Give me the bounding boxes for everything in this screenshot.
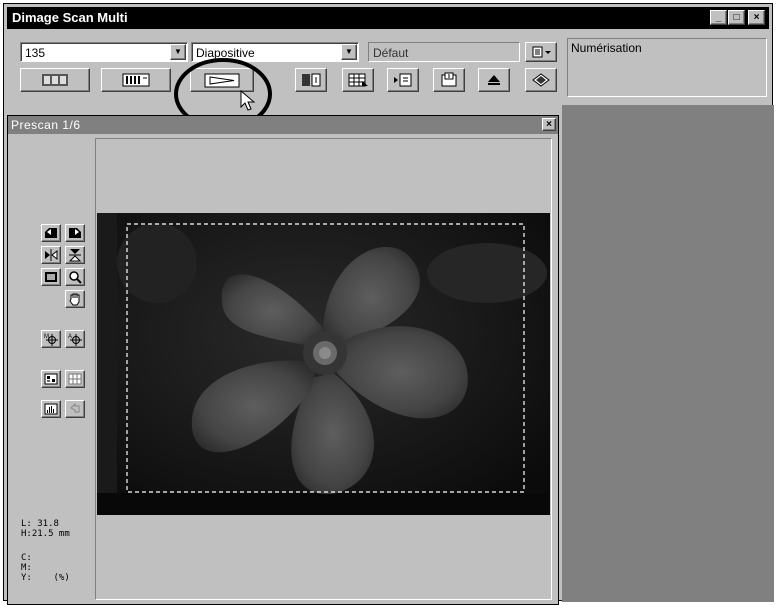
hand-button[interactable] [65,290,85,308]
prescan-button[interactable] [101,68,171,92]
mouse-cursor-icon [240,90,256,111]
compare-button[interactable] [295,68,327,92]
flip-horizontal-button[interactable] [41,246,61,264]
title-bar[interactable]: Dimage Scan Multi _ □ × [7,7,769,29]
flip-vertical-button[interactable] [65,246,85,264]
frame-icon [45,272,57,282]
flower-image [97,213,550,515]
film-format-value: 135 [25,46,46,60]
zoom-button[interactable] [65,268,85,286]
help-book-icon [532,73,550,87]
image-correction-button[interactable] [41,370,61,388]
next-frame-icon [394,73,412,87]
window-title: Dimage Scan Multi [12,10,128,25]
frame-button[interactable] [41,268,61,286]
compare-icon [302,73,321,87]
status-label: Numérisation [571,41,642,55]
prescan-window: Prescan 1/6 × M A L: 31.8 H:21.5 mm C: M… [7,115,559,605]
index-scan-button[interactable] [20,68,90,92]
setting-value: Défaut [373,46,409,60]
setting-field[interactable]: Défaut [368,42,520,62]
cyan-readout: C: [21,553,32,563]
prescan-icon [122,73,150,87]
save-settings-button[interactable] [433,68,465,92]
prescan-title: Prescan 1/6 [11,118,81,132]
grid-icon [348,73,368,87]
maximize-button[interactable]: □ [728,10,745,25]
chevron-down-icon[interactable]: ▼ [341,44,357,60]
prescan-close-button[interactable]: × [542,118,556,131]
undo-icon [70,402,80,413]
manual-focus-icon: M [44,334,58,346]
undo-button[interactable] [65,400,85,418]
workspace-area [562,105,774,602]
magnifier-icon [69,271,82,284]
help-button[interactable] [525,68,557,92]
thumbnail-button[interactable] [342,68,374,92]
preview-image[interactable] [97,213,550,515]
close-button[interactable]: × [748,10,765,25]
manual-focus-button[interactable]: M [41,330,61,348]
minimize-button[interactable]: _ [710,10,727,25]
rotate-left-button[interactable] [41,224,61,242]
length-readout: L: 31.8 [21,519,59,529]
variation-grid-icon [68,373,82,385]
rotate-left-icon [45,228,57,238]
yellow-readout: Y: (%) [21,573,70,583]
main-window: Dimage Scan Multi _ □ × 135 ▼ Diapositiv… [3,3,774,605]
svg-text:A: A [68,334,72,340]
setting-menu-button[interactable] [525,42,557,62]
film-format-select[interactable]: 135 ▼ [20,42,188,62]
flip-vertical-icon [68,249,82,262]
settings-file-icon [441,72,457,87]
correction-icon [44,373,58,385]
eject-button[interactable] [478,68,510,92]
next-frame-button[interactable] [387,68,419,92]
list-menu-icon [532,46,551,58]
histogram-icon [44,403,58,415]
rotate-right-button[interactable] [65,224,85,242]
hand-icon [69,293,80,306]
flip-horizontal-icon [45,249,58,261]
variation-button[interactable] [65,370,85,388]
histogram-button[interactable] [41,400,61,418]
magenta-readout: M: [21,563,32,573]
auto-focus-icon: A [68,334,82,346]
filmstrip-icon [42,74,68,86]
prescan-title-bar[interactable]: Prescan 1/6 × [8,116,558,134]
height-readout: H:21.5 mm [21,529,70,539]
auto-focus-button[interactable]: A [65,330,85,348]
eject-icon [488,75,500,85]
rotate-right-icon [69,228,81,238]
status-panel: Numérisation [567,38,767,97]
